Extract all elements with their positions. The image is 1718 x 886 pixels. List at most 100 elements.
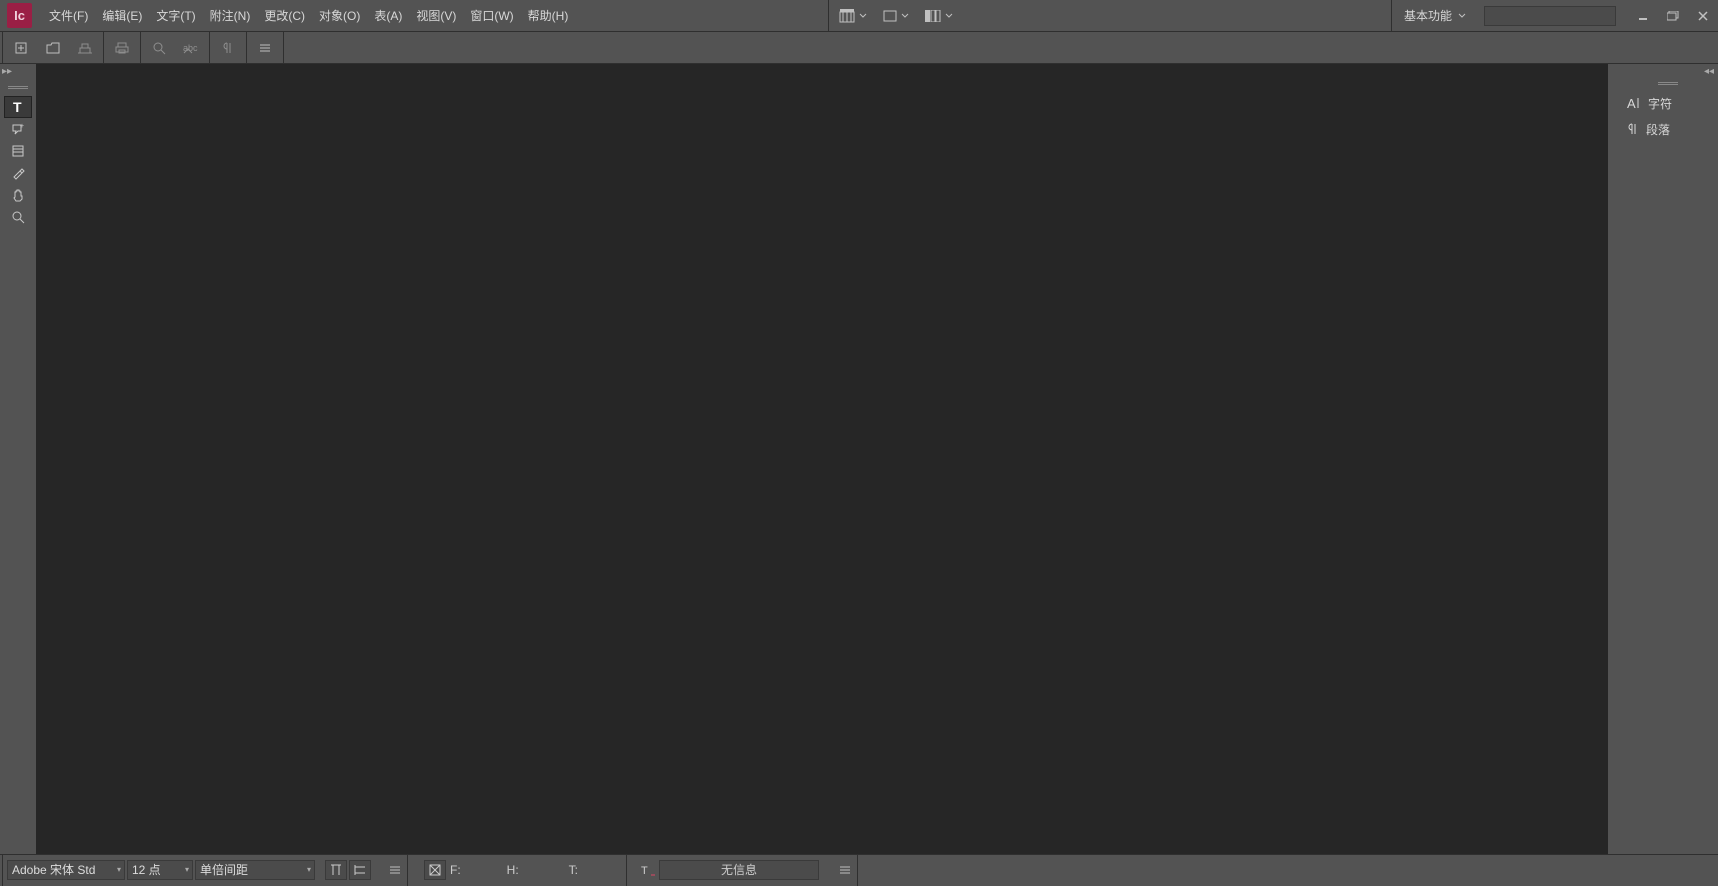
char-flyout-button[interactable]	[385, 854, 405, 886]
close-icon	[1698, 11, 1708, 21]
panel-grip[interactable]	[1658, 82, 1678, 86]
print-button[interactable]	[106, 32, 138, 64]
type-tool[interactable]: T	[4, 96, 32, 118]
character-panel-button[interactable]: A 字符	[1618, 90, 1718, 116]
paragraph-panel-label: 段落	[1646, 121, 1670, 138]
menu-edit-label: 编辑(E)	[102, 9, 142, 23]
bridge-dropdown[interactable]	[831, 0, 875, 32]
frame-icon	[429, 864, 441, 876]
position-tool[interactable]	[4, 140, 32, 162]
separator	[140, 32, 141, 64]
control-toolbar: abc	[0, 32, 1718, 64]
font-size-combo[interactable]: 12 点▾	[127, 860, 193, 880]
menu-edit[interactable]: 编辑(E)	[95, 0, 149, 32]
chevron-down-icon	[1458, 12, 1466, 20]
flyout-button[interactable]	[249, 32, 281, 64]
svg-text:T: T	[641, 865, 648, 877]
menu-file-label: 文件(F)	[49, 9, 88, 23]
hand-tool[interactable]	[4, 184, 32, 206]
menu-view-label: 视图(V)	[416, 9, 456, 23]
save-icon	[78, 42, 92, 54]
menu-file[interactable]: 文件(F)	[42, 0, 95, 32]
minimize-button[interactable]	[1628, 6, 1658, 26]
workspace-selector[interactable]: 基本功能	[1394, 0, 1472, 32]
menu-window[interactable]: 窗口(W)	[463, 0, 520, 32]
tools-panel: T +	[0, 78, 36, 228]
font-family-combo[interactable]: Adobe 宋体 Std▾	[7, 860, 125, 880]
showhidden-button[interactable]	[212, 32, 244, 64]
menu-object-label: 对象(O)	[319, 9, 360, 23]
spellcheck-icon: abc	[183, 42, 199, 54]
menu-text[interactable]: 文字(T)	[149, 0, 202, 32]
eyedropper-tool[interactable]	[4, 162, 32, 184]
workspace-label: 基本功能	[1404, 0, 1452, 32]
panel-grip[interactable]	[8, 86, 28, 90]
vertical-text-button[interactable]	[325, 860, 347, 880]
menu-view[interactable]: 视图(V)	[409, 0, 463, 32]
note-icon: +	[11, 122, 25, 136]
info-flyout-button[interactable]	[835, 854, 855, 886]
vertical-text-icon	[330, 863, 342, 877]
close-button[interactable]	[1688, 6, 1718, 26]
arrange-dropdown[interactable]	[917, 0, 961, 32]
zoom-icon	[11, 210, 25, 224]
screenmode-dropdown[interactable]	[875, 0, 917, 32]
find-button[interactable]	[143, 32, 175, 64]
separator	[209, 32, 210, 64]
menu-notes-label: 附注(N)	[210, 9, 251, 23]
menu-changes-label: 更改(C)	[264, 9, 305, 23]
text-stats-button[interactable]: T	[637, 860, 659, 880]
menu-changes[interactable]: 更改(C)	[257, 0, 312, 32]
f-label: F:	[450, 863, 461, 877]
paragraph-icon	[1626, 122, 1638, 136]
t-label: T:	[569, 863, 578, 877]
zoom-tool[interactable]	[4, 206, 32, 228]
menu-help-label: 帮助(H)	[528, 9, 569, 23]
separator	[407, 854, 408, 886]
svg-text:+: +	[20, 123, 24, 130]
maximize-icon	[1667, 11, 1679, 21]
bridge-icon	[839, 9, 855, 23]
character-icon: A	[1626, 96, 1640, 110]
separator	[2, 854, 3, 886]
menu-object[interactable]: 对象(O)	[312, 0, 367, 32]
leading-combo[interactable]: 单倍间距 ▾	[195, 860, 315, 880]
h-label: H:	[507, 863, 519, 877]
position-icon	[11, 144, 25, 158]
separator	[2, 32, 3, 64]
menubar: Ic 文件(F) 编辑(E) 文字(T) 附注(N) 更改(C) 对象(O) 表…	[0, 0, 1718, 32]
frame-button[interactable]	[424, 860, 446, 880]
app-logo: Ic	[7, 3, 32, 28]
expand-right-chevron[interactable]: ◂◂	[1704, 66, 1714, 77]
minimize-icon	[1638, 11, 1648, 21]
expand-left-chevron[interactable]: ▸▸	[2, 66, 12, 77]
chevron-down-icon: ▾	[307, 865, 311, 874]
spellcheck-button[interactable]: abc	[175, 32, 207, 64]
save-button[interactable]	[69, 32, 101, 64]
chevron-down-icon	[901, 12, 909, 20]
right-panels: A 字符 段落	[1618, 78, 1718, 142]
open-button[interactable]	[37, 32, 69, 64]
search-input[interactable]	[1484, 6, 1616, 26]
menu-help[interactable]: 帮助(H)	[521, 0, 576, 32]
new-button[interactable]	[5, 32, 37, 64]
menu-icon	[839, 865, 851, 875]
document-canvas[interactable]	[36, 64, 1608, 854]
separator	[103, 32, 104, 64]
separator	[626, 854, 627, 886]
menu-icon	[259, 43, 271, 53]
chevron-down-icon: ▾	[117, 865, 121, 874]
maximize-button[interactable]	[1658, 6, 1688, 26]
menu-notes[interactable]: 附注(N)	[203, 0, 258, 32]
menu-table[interactable]: 表(A)	[367, 0, 409, 32]
search-icon	[152, 41, 166, 55]
horizontal-text-button[interactable]	[349, 860, 371, 880]
note-tool[interactable]: +	[4, 118, 32, 140]
paragraph-panel-button[interactable]: 段落	[1618, 116, 1718, 142]
eyedropper-icon	[11, 166, 25, 180]
svg-text:A: A	[1627, 96, 1636, 110]
arrange-icon	[925, 10, 941, 22]
chevron-down-icon: ▾	[185, 865, 189, 874]
bottom-toolbar: Adobe 宋体 Std▾ 12 点▾ 单倍间距▾ F: H: T: T 无信息	[0, 854, 1718, 884]
leading-value: 单倍间距	[200, 861, 248, 878]
